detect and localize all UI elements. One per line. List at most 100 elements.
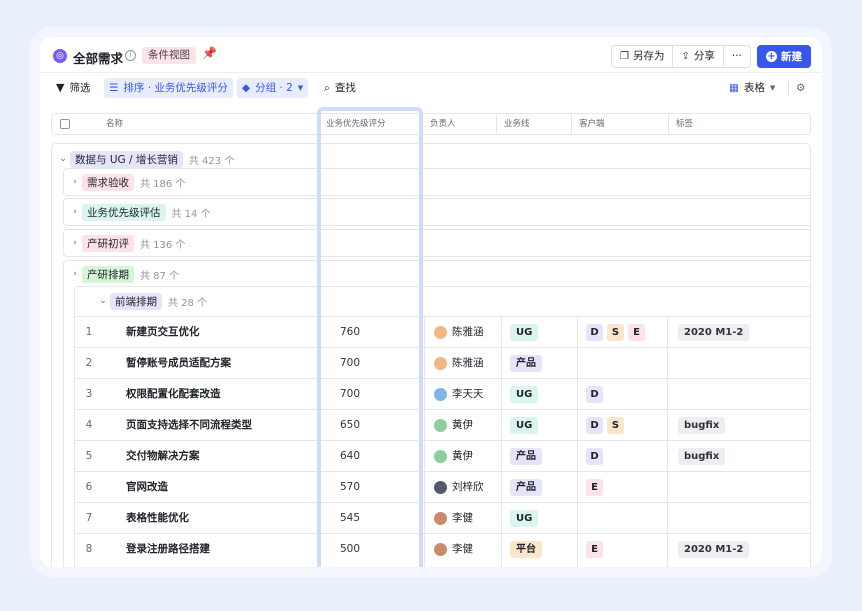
table-row[interactable]: 1 新建页交互优化 760 陈雅涵 UG D S E 2020 M1-2 xyxy=(74,316,810,348)
row-clients[interactable]: DS xyxy=(586,410,676,441)
share-button[interactable]: ⇪ 分享 xyxy=(672,46,722,67)
chevron-right-icon[interactable]: › xyxy=(68,269,82,279)
new-button[interactable]: + 新建 xyxy=(757,45,811,68)
table-row[interactable]: 8 登录注册路径搭建 500 李健 平台 E 2020 M1-2 xyxy=(74,533,810,565)
row-name[interactable]: 权限配置化配套改造 xyxy=(126,379,346,410)
row-owner[interactable]: 黄伊 xyxy=(434,410,509,441)
chevron-right-icon[interactable]: › xyxy=(68,177,82,187)
table-row[interactable]: 3 权限配置化配套改造 700 李天天 UG D xyxy=(74,378,810,410)
row-line[interactable]: UG xyxy=(510,503,585,534)
select-all-checkbox[interactable] xyxy=(60,119,70,129)
chevron-down-icon[interactable]: ⌄ xyxy=(96,296,110,306)
row-owner[interactable]: 刘梓欣 xyxy=(434,472,509,503)
row-tags[interactable] xyxy=(678,503,810,534)
caret-down-icon: ▼ xyxy=(769,84,776,92)
row-line[interactable]: 产品 xyxy=(510,348,585,379)
row-tags[interactable]: bugfix xyxy=(678,410,810,441)
row-score[interactable]: 650 xyxy=(340,410,420,441)
group-label: 前端排期 xyxy=(110,292,162,310)
row-clients[interactable]: DSE xyxy=(586,317,676,348)
row-line[interactable]: 产品 xyxy=(510,472,585,503)
row-line[interactable]: 平台 xyxy=(510,534,585,565)
column-header-line[interactable]: 业务线 xyxy=(496,114,571,134)
client-badge: D xyxy=(586,324,603,341)
row-name[interactable]: 官网改造 xyxy=(126,472,346,503)
row-score[interactable]: 500 xyxy=(340,534,420,565)
group-label: 业务优先级评估 xyxy=(82,203,166,221)
owner-name: 李天天 xyxy=(452,388,484,400)
filter-button[interactable]: ▼ 筛选 xyxy=(51,78,95,98)
row-name[interactable]: 表格性能优化 xyxy=(126,503,346,534)
group-label: 产研初评 xyxy=(82,234,134,252)
find-button[interactable]: ⌕ 查找 xyxy=(319,78,361,98)
owner-name: 黄伊 xyxy=(452,419,473,431)
save-as-button[interactable]: ❐ 另存为 xyxy=(612,46,672,67)
row-tags[interactable]: bugfix xyxy=(678,441,810,472)
row-score[interactable]: 545 xyxy=(340,503,420,534)
row-score[interactable]: 700 xyxy=(340,348,420,379)
group-row[interactable]: ⌄ 前端排期 共 28 个 xyxy=(96,286,207,316)
row-score[interactable]: 760 xyxy=(340,317,420,348)
pin-icon[interactable]: 📌 xyxy=(202,46,217,60)
row-owner[interactable]: 李健 xyxy=(434,503,509,534)
row-owner[interactable]: 李天天 xyxy=(434,379,509,410)
row-score[interactable]: 640 xyxy=(340,441,420,472)
chevron-down-icon[interactable]: ⌄ xyxy=(56,154,70,164)
row-clients[interactable]: D xyxy=(586,379,676,410)
table-row[interactable]: 2 暂停账号成员适配方案 700 陈雅涵 产品 xyxy=(74,347,810,379)
row-tags[interactable] xyxy=(678,379,810,410)
column-header-name[interactable]: 名称 xyxy=(99,114,123,134)
sort-button[interactable]: ☰ 排序 · 业务优先级评分 xyxy=(104,78,233,98)
row-score[interactable]: 570 xyxy=(340,472,420,503)
column-header-tags[interactable]: 标签 xyxy=(668,114,810,134)
view-switch[interactable]: ▦ 表格 ▼ xyxy=(724,78,780,98)
row-name[interactable]: 交付物解决方案 xyxy=(126,441,346,472)
line-pill: 产品 xyxy=(510,479,542,496)
tag-label: bugfix xyxy=(678,448,726,465)
row-clients[interactable]: D xyxy=(586,441,676,472)
row-owner[interactable]: 陈雅涵 xyxy=(434,317,509,348)
row-name[interactable]: 登录注册路径搭建 xyxy=(126,534,346,565)
row-line[interactable]: UG xyxy=(510,317,585,348)
settings-button[interactable]: ⚙ xyxy=(791,78,810,98)
row-name[interactable]: 新建页交互优化 xyxy=(126,317,346,348)
group-row[interactable]: › 需求验收 共 186 个 xyxy=(68,167,185,197)
column-header-owner[interactable]: 负责人 xyxy=(422,114,496,134)
filter-label: 筛选 xyxy=(69,82,91,94)
column-header-score[interactable]: 业务优先级评分 xyxy=(318,114,424,134)
group-row[interactable]: › 产研排期 共 87 个 xyxy=(68,259,179,289)
row-name[interactable]: 暂停账号成员适配方案 xyxy=(126,348,346,379)
row-score[interactable]: 700 xyxy=(340,379,420,410)
row-owner[interactable]: 陈雅涵 xyxy=(434,348,509,379)
group-row[interactable]: › 业务优先级评估 共 14 个 xyxy=(68,197,211,227)
row-clients[interactable]: E xyxy=(586,534,676,565)
group-row[interactable]: › 产研初评 共 136 个 xyxy=(68,228,185,258)
table-row[interactable]: 6 官网改造 570 刘梓欣 产品 E xyxy=(74,471,810,503)
row-tags[interactable]: 2020 M1-2 xyxy=(678,317,810,348)
table-row[interactable]: 4 页面支持选择不同流程类型 650 黄伊 UG D Sbugfix xyxy=(74,409,810,441)
column-header-client[interactable]: 客户端 xyxy=(571,114,668,134)
row-line[interactable]: 产品 xyxy=(510,441,585,472)
row-owner[interactable]: 黄伊 xyxy=(434,441,509,472)
group-button[interactable]: ◆ 分组 · 2 ▼ xyxy=(237,78,309,98)
row-owner[interactable]: 李健 xyxy=(434,534,509,565)
row-clients[interactable] xyxy=(586,348,676,379)
row-line[interactable]: UG xyxy=(510,379,585,410)
view-tag[interactable]: 条件视图 xyxy=(142,47,196,64)
table-row[interactable]: 5 交付物解决方案 640 黄伊 产品 Dbugfix xyxy=(74,440,810,472)
line-pill: UG xyxy=(510,510,539,527)
row-line[interactable]: UG xyxy=(510,410,585,441)
row-tags[interactable] xyxy=(678,348,810,379)
table-row[interactable]: 7 表格性能优化 545 李健 UG xyxy=(74,502,810,534)
chevron-right-icon[interactable]: › xyxy=(68,238,82,248)
find-label: 查找 xyxy=(334,82,356,94)
row-clients[interactable]: E xyxy=(586,472,676,503)
row-tags[interactable] xyxy=(678,472,810,503)
row-tags[interactable]: 2020 M1-2 xyxy=(678,534,810,565)
share-icon: ⇪ xyxy=(681,51,690,62)
info-icon[interactable]: i xyxy=(125,50,136,61)
chevron-right-icon[interactable]: › xyxy=(68,207,82,217)
row-clients[interactable] xyxy=(586,503,676,534)
more-button[interactable]: ··· xyxy=(722,46,750,67)
row-name[interactable]: 页面支持选择不同流程类型 xyxy=(126,410,346,441)
